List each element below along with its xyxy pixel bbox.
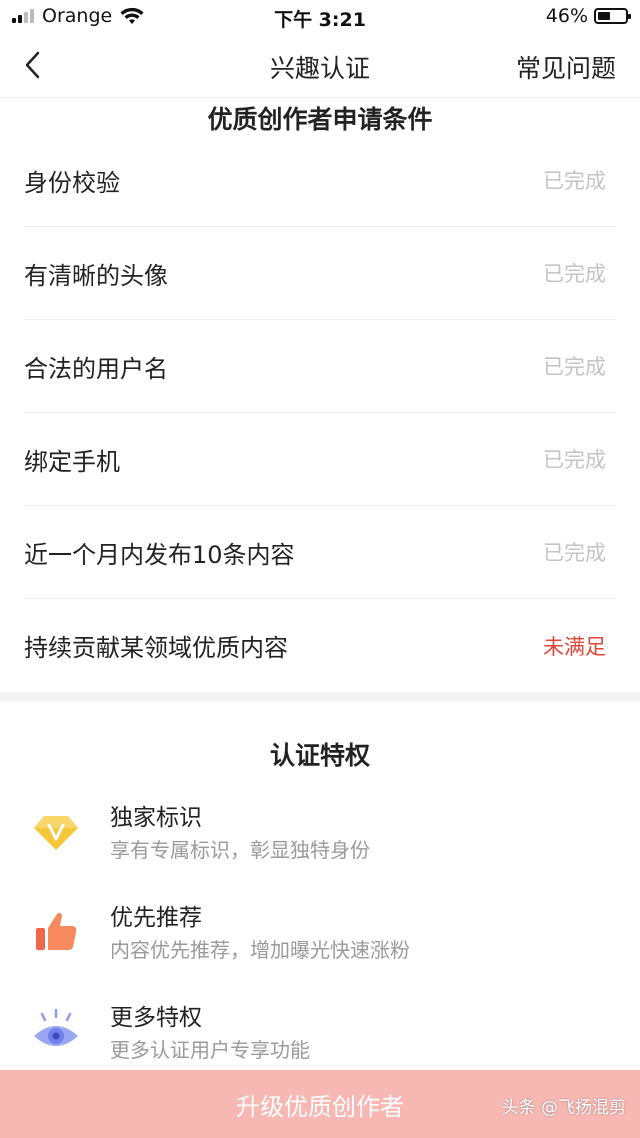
battery-percent: 46% xyxy=(545,5,588,27)
privilege-desc: 更多认证用户专享功能 xyxy=(110,1038,310,1062)
condition-row: 绑定手机 已完成 xyxy=(24,413,616,506)
condition-row: 身份校验 已完成 xyxy=(24,134,616,227)
privilege-title: 更多特权 xyxy=(110,1005,202,1031)
privileges-title: 认证特权 xyxy=(269,741,370,770)
condition-status: 已完成 xyxy=(543,169,606,193)
status-time: 下午 3:21 xyxy=(274,9,366,31)
condition-status: 已完成 xyxy=(543,448,606,472)
privilege-item: 独家标识 享有专属标识，彰显独特身份 xyxy=(0,798,640,898)
upgrade-creator-label: 升级优质创作者 xyxy=(236,1092,404,1121)
eye-icon xyxy=(34,1008,78,1046)
condition-label: 近一个月内发布10条内容 xyxy=(24,540,295,569)
status-right: 46% xyxy=(545,5,631,27)
conditions-list: 身份校验 已完成 有清晰的头像 已完成 合法的用户名 已完成 绑定手机 已完成 … xyxy=(24,134,616,692)
privilege-desc: 内容优先推荐，增加曝光快速涨粉 xyxy=(110,938,410,962)
condition-status: 已完成 xyxy=(543,541,606,565)
status-bar: Orange 下午 3:21 46% xyxy=(0,0,640,32)
condition-row: 有清晰的头像 已完成 xyxy=(24,227,616,320)
thumbs-up-icon xyxy=(36,912,77,950)
condition-label: 绑定手机 xyxy=(24,447,120,476)
section-divider xyxy=(0,692,640,702)
faq-link[interactable]: 常见问题 xyxy=(516,49,616,85)
conditions-title: 优质创作者申请条件 xyxy=(207,105,433,134)
battery-icon xyxy=(594,8,631,24)
condition-label: 有清晰的头像 xyxy=(24,261,168,290)
condition-row: 近一个月内发布10条内容 已完成 xyxy=(24,506,616,599)
battery-level xyxy=(598,12,610,20)
privilege-desc: 享有专属标识，彰显独特身份 xyxy=(110,838,370,862)
condition-status: 已完成 xyxy=(543,355,606,379)
condition-row: 合法的用户名 已完成 xyxy=(24,320,616,413)
privilege-title: 独家标识 xyxy=(110,805,202,831)
privilege-title: 优先推荐 xyxy=(110,905,202,931)
condition-label: 身份校验 xyxy=(24,168,120,197)
privilege-item: 优先推荐 内容优先推荐，增加曝光快速涨粉 xyxy=(0,898,640,998)
condition-label: 持续贡献某领域优质内容 xyxy=(24,634,288,662)
watermark: 头条 @飞扬混剪 xyxy=(501,1098,626,1118)
condition-row: 持续贡献某领域优质内容 未满足 xyxy=(24,599,616,692)
diamond-v-icon xyxy=(34,816,78,850)
condition-status-unmet: 未满足 xyxy=(543,634,606,659)
condition-label: 合法的用户名 xyxy=(24,354,168,383)
condition-status: 已完成 xyxy=(543,262,606,286)
nav-bar: 兴趣认证 常见问题 xyxy=(0,32,640,98)
